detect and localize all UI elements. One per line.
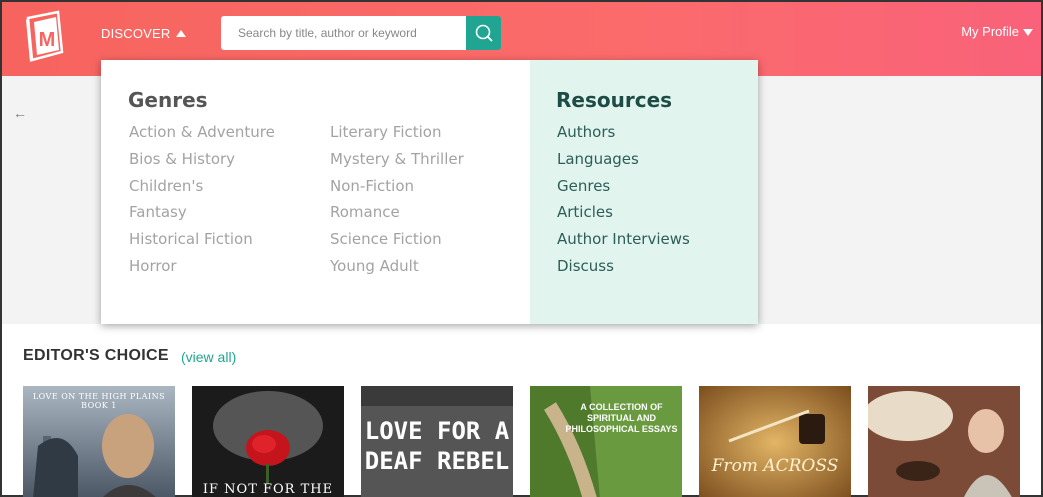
book-cover[interactable]: From ACROSS [699,386,851,497]
book-cover[interactable] [868,386,1020,497]
view-all-link[interactable]: (view all) [181,349,236,365]
genres-heading: Genres [128,88,208,112]
editors-choice-heading: EDITOR'S CHOICE [23,347,169,364]
site-logo[interactable]: M [22,8,66,64]
genre-link[interactable]: Literary Fiction [330,122,464,149]
discover-dropdown: Genres Action & Adventure Bios & History… [101,60,758,324]
resource-link-discuss[interactable]: Discuss [557,256,690,283]
resource-link-author-interviews[interactable]: Author Interviews [557,229,690,256]
resource-link-authors[interactable]: Authors [557,122,690,149]
caret-down-icon [1023,29,1033,36]
caret-up-icon [175,30,186,37]
genre-link[interactable]: Horror [129,256,275,283]
discover-label: DISCOVER [101,26,171,41]
genre-link[interactable]: Science Fiction [330,229,464,256]
book-title: From ACROSS [711,456,839,476]
resources-list: Authors Languages Genres Articles Author… [557,122,690,283]
resource-link-genres[interactable]: Genres [557,176,690,203]
my-profile-menu[interactable]: My Profile [961,24,1033,39]
book-cover[interactable]: LOVE ON THE HIGH PLAINS BOOK 1 [23,386,175,497]
discover-menu-toggle[interactable]: DISCOVER [101,26,186,41]
book-title: LOVE ON THE HIGH PLAINS BOOK 1 [32,392,166,410]
genre-link[interactable]: Children's [129,176,275,203]
genre-link[interactable]: Historical Fiction [129,229,275,256]
profile-label: My Profile [961,24,1019,39]
genre-link[interactable]: Action & Adventure [129,122,275,149]
back-arrow-icon[interactable]: ← [13,105,27,121]
book-cover[interactable]: A COLLECTION OF SPIRITUAL AND PHILOSOPHI… [530,386,682,497]
book-cover[interactable]: IF NOT FOR THE [192,386,344,497]
genre-link[interactable]: Bios & History [129,149,275,176]
search-input[interactable] [221,16,467,50]
genre-link[interactable]: Romance [330,202,464,229]
logo-letter: M [39,29,56,51]
book-title: IF NOT FOR THE [202,482,334,497]
genre-link[interactable]: Mystery & Thriller [330,149,464,176]
resource-link-languages[interactable]: Languages [557,149,690,176]
genre-link[interactable]: Young Adult [330,256,464,283]
resources-heading: Resources [556,88,673,112]
genres-column-2: Literary Fiction Mystery & Thriller Non-… [330,122,464,283]
genre-link[interactable]: Non-Fiction [330,176,464,203]
search-icon [475,24,492,42]
book-title: A COLLECTION OF SPIRITUAL AND PHILOSOPHI… [565,402,678,434]
genres-column-1: Action & Adventure Bios & History Childr… [129,122,275,283]
book-cover[interactable]: LOVE FOR A DEAF REBEL [361,386,513,497]
resources-panel: Resources Authors Languages Genres Artic… [530,60,758,324]
resource-link-articles[interactable]: Articles [557,202,690,229]
search-button[interactable] [466,16,501,50]
genre-link[interactable]: Fantasy [129,202,275,229]
book-title: LOVE FOR A DEAF REBEL [364,417,510,475]
